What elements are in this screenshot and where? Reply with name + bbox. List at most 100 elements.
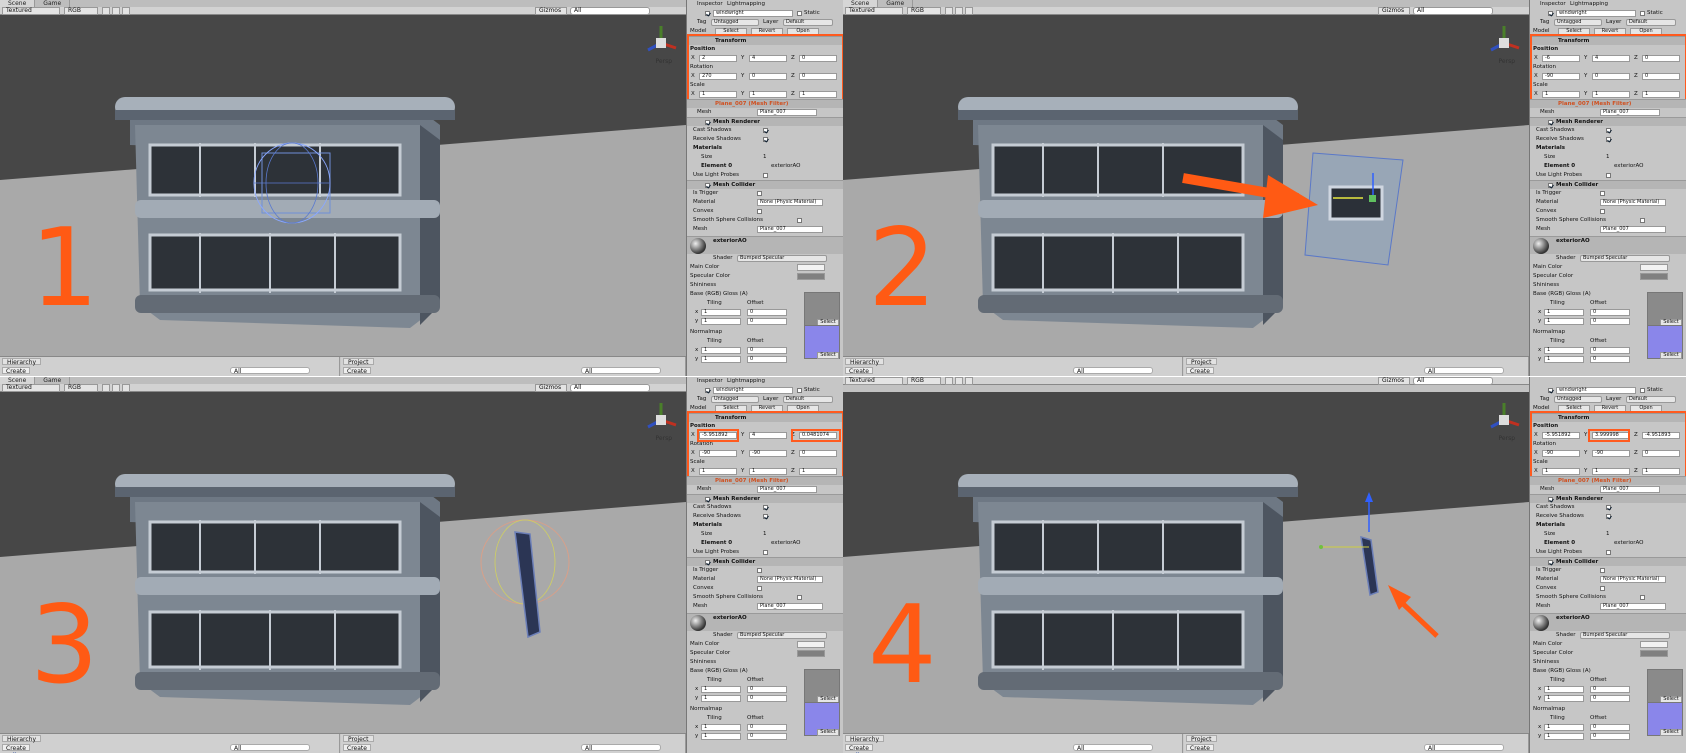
scale-y-field[interactable]: 1 xyxy=(1592,91,1630,98)
n-offset-y-field[interactable]: 0 xyxy=(747,733,787,740)
offset-y-field[interactable]: 0 xyxy=(1590,695,1630,702)
normalmap-thumbnail[interactable]: Select xyxy=(1647,702,1683,736)
n-tiling-y-field[interactable]: 1 xyxy=(1544,356,1584,363)
model-open-button[interactable]: Open xyxy=(1630,405,1662,412)
hierarchy-search-input[interactable]: All xyxy=(1073,744,1153,752)
object-name-field[interactable]: windwright xyxy=(1556,387,1636,394)
base-texture-thumbnail[interactable]: Select xyxy=(804,669,840,703)
n-offset-x-field[interactable]: 0 xyxy=(1590,347,1630,354)
render-mode-dropdown[interactable]: RGB xyxy=(907,7,941,15)
tab-project[interactable]: Project xyxy=(343,735,374,743)
smooth-checkbox[interactable] xyxy=(797,218,802,223)
mesh-renderer-checkbox[interactable] xyxy=(705,120,710,125)
scene-search-input[interactable]: All xyxy=(570,384,650,392)
n-tiling-x-field[interactable]: 1 xyxy=(701,347,741,354)
mesh-field[interactable]: Plane_007 xyxy=(757,486,817,493)
physic-material-field[interactable]: None (Physic Material) xyxy=(757,199,823,206)
effects-toggle-icon[interactable] xyxy=(965,377,973,385)
rotation-y-field[interactable]: 0 xyxy=(749,73,787,80)
shading-mode-dropdown[interactable]: Textured xyxy=(845,7,903,15)
cast-shadows-checkbox[interactable] xyxy=(763,505,768,510)
is-trigger-checkbox[interactable] xyxy=(757,191,762,196)
specular-color-swatch[interactable] xyxy=(1640,650,1668,657)
convex-checkbox[interactable] xyxy=(1600,586,1605,591)
scale-x-field[interactable]: 1 xyxy=(1542,468,1580,475)
convex-checkbox[interactable] xyxy=(757,586,762,591)
lighting-toggle-icon[interactable] xyxy=(102,384,110,392)
rotation-y-field[interactable]: -90 xyxy=(749,450,787,457)
mesh-field[interactable]: Plane_007 xyxy=(757,109,817,116)
model-select-button[interactable]: Select xyxy=(715,405,747,412)
effects-toggle-icon[interactable] xyxy=(122,7,130,15)
scale-z-field[interactable]: 1 xyxy=(799,91,837,98)
shader-dropdown[interactable]: Bumped Specular xyxy=(737,632,827,639)
position-x-field[interactable]: 2 xyxy=(699,55,737,62)
rotation-x-field[interactable]: -90 xyxy=(1542,450,1580,457)
active-checkbox[interactable] xyxy=(705,11,710,16)
is-trigger-checkbox[interactable] xyxy=(1600,191,1605,196)
collider-mesh-field[interactable]: Plane_007 xyxy=(757,603,823,610)
scene-viewport-canvas[interactable] xyxy=(843,392,1529,733)
tab-hierarchy[interactable]: Hierarchy xyxy=(845,358,885,366)
scale-y-field[interactable]: 1 xyxy=(749,91,787,98)
n-offset-y-field[interactable]: 0 xyxy=(1590,356,1630,363)
static-checkbox[interactable] xyxy=(797,11,802,16)
receive-shadows-checkbox[interactable] xyxy=(763,137,768,142)
hierarchy-search-input[interactable]: All xyxy=(230,367,310,375)
active-checkbox[interactable] xyxy=(1548,11,1553,16)
n-offset-x-field[interactable]: 0 xyxy=(747,347,787,354)
viewport[interactable] xyxy=(0,392,686,733)
render-mode-dropdown[interactable]: RGB xyxy=(907,377,941,385)
position-z-field[interactable]: -4.951893 xyxy=(1642,432,1680,439)
viewport[interactable] xyxy=(0,15,686,356)
normalmap-select-button[interactable]: Select xyxy=(817,352,839,359)
scene-viewport-canvas[interactable] xyxy=(0,392,686,733)
receive-shadows-checkbox[interactable] xyxy=(763,514,768,519)
tab-inspector[interactable]: Inspector xyxy=(1540,0,1566,9)
tiling-y-field[interactable]: 1 xyxy=(701,318,741,325)
main-color-swatch[interactable] xyxy=(797,264,825,271)
gizmos-dropdown[interactable]: Gizmos xyxy=(535,384,567,392)
position-z-field[interactable]: 0.0481074 xyxy=(799,432,837,439)
normalmap-select-button[interactable]: Select xyxy=(1660,729,1682,736)
tab-hierarchy[interactable]: Hierarchy xyxy=(2,358,42,366)
position-y-field[interactable]: 4 xyxy=(749,55,787,62)
tiling-y-field[interactable]: 1 xyxy=(1544,695,1584,702)
offset-x-field[interactable]: 0 xyxy=(747,309,787,316)
lighting-toggle-icon[interactable] xyxy=(945,377,953,385)
active-checkbox[interactable] xyxy=(705,388,710,393)
mesh-field[interactable]: Plane_007 xyxy=(1600,486,1660,493)
model-open-button[interactable]: Open xyxy=(787,28,819,35)
mesh-renderer-checkbox[interactable] xyxy=(705,497,710,502)
selected-window-piece[interactable] xyxy=(1304,152,1404,266)
specular-color-swatch[interactable] xyxy=(797,650,825,657)
rotation-y-field[interactable]: 0 xyxy=(1592,73,1630,80)
rotation-x-field[interactable]: -90 xyxy=(1542,73,1580,80)
lighting-toggle-icon[interactable] xyxy=(945,7,953,15)
scale-z-field[interactable]: 1 xyxy=(1642,91,1680,98)
model-open-button[interactable]: Open xyxy=(1630,28,1662,35)
light-probes-checkbox[interactable] xyxy=(1606,550,1611,555)
position-y-field[interactable]: 4 xyxy=(1592,55,1630,62)
active-checkbox[interactable] xyxy=(1548,388,1553,393)
rotation-z-field[interactable]: 0 xyxy=(1642,73,1680,80)
position-x-field[interactable]: -6 xyxy=(1542,55,1580,62)
tiling-y-field[interactable]: 1 xyxy=(1544,318,1584,325)
static-checkbox[interactable] xyxy=(1640,11,1645,16)
tab-game[interactable]: Game xyxy=(878,0,914,7)
scene-search-input[interactable]: All xyxy=(1413,377,1493,385)
static-checkbox[interactable] xyxy=(1640,388,1645,393)
audio-toggle-icon[interactable] xyxy=(112,7,120,15)
gizmos-dropdown[interactable]: Gizmos xyxy=(535,7,567,15)
project-create-button[interactable]: Create xyxy=(1186,744,1214,752)
scene-search-input[interactable]: All xyxy=(1413,7,1493,15)
lighting-toggle-icon[interactable] xyxy=(102,7,110,15)
tag-dropdown[interactable]: Untagged xyxy=(1554,396,1602,403)
scale-y-field[interactable]: 1 xyxy=(1592,468,1630,475)
tab-scene[interactable]: Scene xyxy=(0,377,36,384)
tag-dropdown[interactable]: Untagged xyxy=(1554,19,1602,26)
shader-dropdown[interactable]: Bumped Specular xyxy=(737,255,827,262)
receive-shadows-checkbox[interactable] xyxy=(1606,514,1611,519)
position-x-field[interactable]: -5.951892 xyxy=(699,432,737,439)
physic-material-field[interactable]: None (Physic Material) xyxy=(757,576,823,583)
